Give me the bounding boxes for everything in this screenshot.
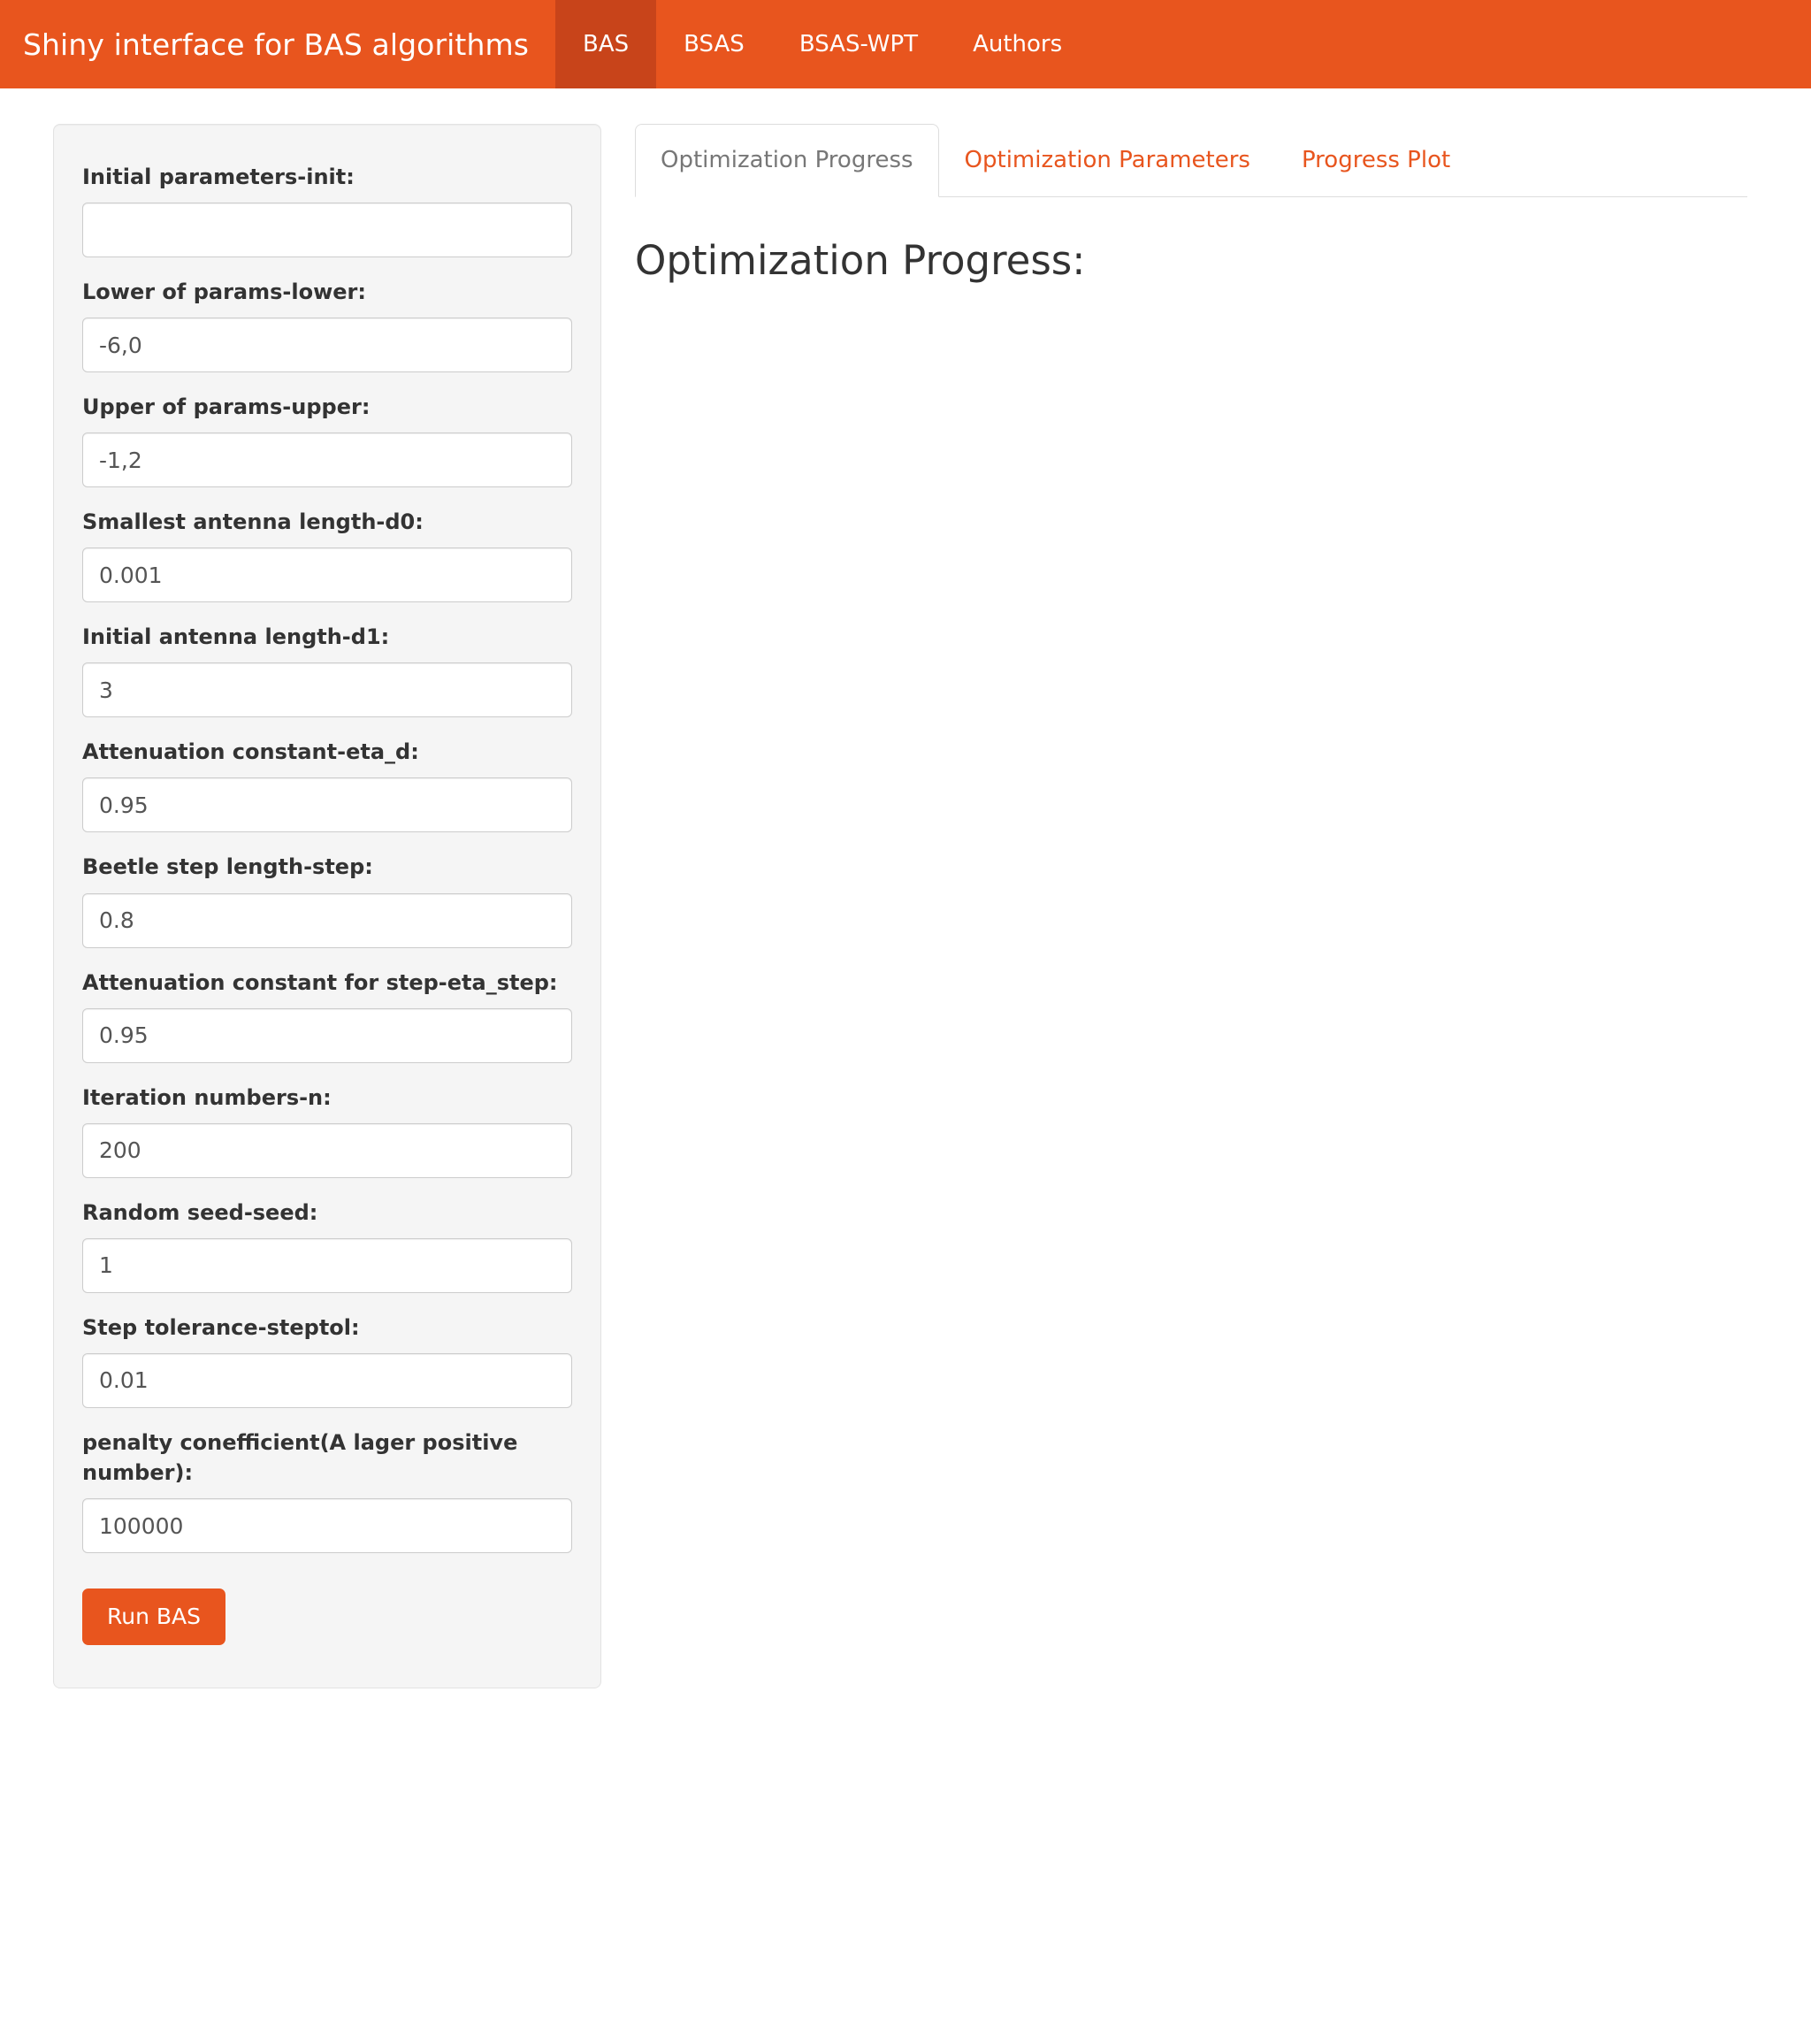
optimization-progress-output xyxy=(635,282,1747,335)
input-d0[interactable] xyxy=(82,547,572,603)
sidebar-well: Initial parameters-init: Lower of params… xyxy=(53,124,601,1689)
label-d0: Smallest antenna length-d0: xyxy=(82,509,424,535)
input-penalty[interactable] xyxy=(82,1498,572,1554)
run-bas-button[interactable]: Run BAS xyxy=(82,1589,226,1646)
label-penalty: penalty conefficient(A lager positive nu… xyxy=(82,1429,518,1485)
field-group-eta-step: Attenuation constant for step-eta_step: xyxy=(82,968,572,1063)
input-lower[interactable] xyxy=(82,318,572,373)
input-step[interactable] xyxy=(82,892,572,948)
panel-title: Optimization Progress: xyxy=(635,236,1086,284)
nav-item-authors[interactable]: Authors xyxy=(945,0,1089,88)
page-container: Initial parameters-init: Lower of params… xyxy=(0,88,1811,1689)
input-eta-d[interactable] xyxy=(82,777,572,833)
field-group-step: Beetle step length-step: xyxy=(82,852,572,948)
field-group-upper: Upper of params-upper: xyxy=(82,392,572,488)
nav-item-bsas-wpt[interactable]: BSAS-WPT xyxy=(772,0,945,88)
field-group-seed: Random seed-seed: xyxy=(82,1198,572,1293)
field-group-d1: Initial antenna length-d1: xyxy=(82,622,572,718)
tab-optimization-progress[interactable]: Optimization Progress xyxy=(635,124,939,197)
input-eta-step[interactable] xyxy=(82,1007,572,1063)
label-upper: Upper of params-upper: xyxy=(82,394,371,420)
field-group-d0: Smallest antenna length-d0: xyxy=(82,507,572,603)
input-d1[interactable] xyxy=(82,662,572,718)
field-group-lower: Lower of params-lower: xyxy=(82,277,572,373)
field-group-n: Iteration numbers-n: xyxy=(82,1083,572,1178)
field-group-penalty: penalty conefficient(A lager positive nu… xyxy=(82,1428,572,1554)
input-upper[interactable] xyxy=(82,433,572,488)
label-d1: Initial antenna length-d1: xyxy=(82,624,390,650)
label-seed: Random seed-seed: xyxy=(82,1199,318,1225)
main-content: Optimization Progress Optimization Param… xyxy=(601,124,1811,335)
tab-progress-plot[interactable]: Progress Plot xyxy=(1276,124,1476,197)
label-lower: Lower of params-lower: xyxy=(82,279,366,305)
label-init: Initial parameters-init: xyxy=(82,165,355,189)
navbar: Shiny interface for BAS algorithms BAS B… xyxy=(0,0,1811,88)
input-seed[interactable] xyxy=(82,1237,572,1293)
navbar-brand[interactable]: Shiny interface for BAS algorithms xyxy=(0,0,555,88)
tab-bar: Optimization Progress Optimization Param… xyxy=(635,124,1747,197)
input-n[interactable] xyxy=(82,1122,572,1178)
input-steptol[interactable] xyxy=(82,1352,572,1408)
nav-item-bas[interactable]: BAS xyxy=(555,0,657,88)
input-init[interactable] xyxy=(82,203,572,258)
field-group-steptol: Step tolerance-steptol: xyxy=(82,1313,572,1408)
field-group-eta-d: Attenuation constant-eta_d: xyxy=(82,737,572,833)
label-eta-d: Attenuation constant-eta_d: xyxy=(82,739,419,765)
field-group-init: Initial parameters-init: xyxy=(82,162,572,258)
label-n: Iteration numbers-n: xyxy=(82,1084,332,1110)
label-step: Beetle step length-step: xyxy=(82,854,373,880)
nav-item-bsas[interactable]: BSAS xyxy=(656,0,772,88)
navbar-menu: BAS BSAS BSAS-WPT Authors xyxy=(555,0,1089,88)
label-eta-step: Attenuation constant for step-eta_step: xyxy=(82,969,558,995)
tab-optimization-parameters[interactable]: Optimization Parameters xyxy=(939,124,1276,197)
label-steptol: Step tolerance-steptol: xyxy=(82,1314,360,1340)
sidebar-panel: Initial parameters-init: Lower of params… xyxy=(0,124,601,1689)
